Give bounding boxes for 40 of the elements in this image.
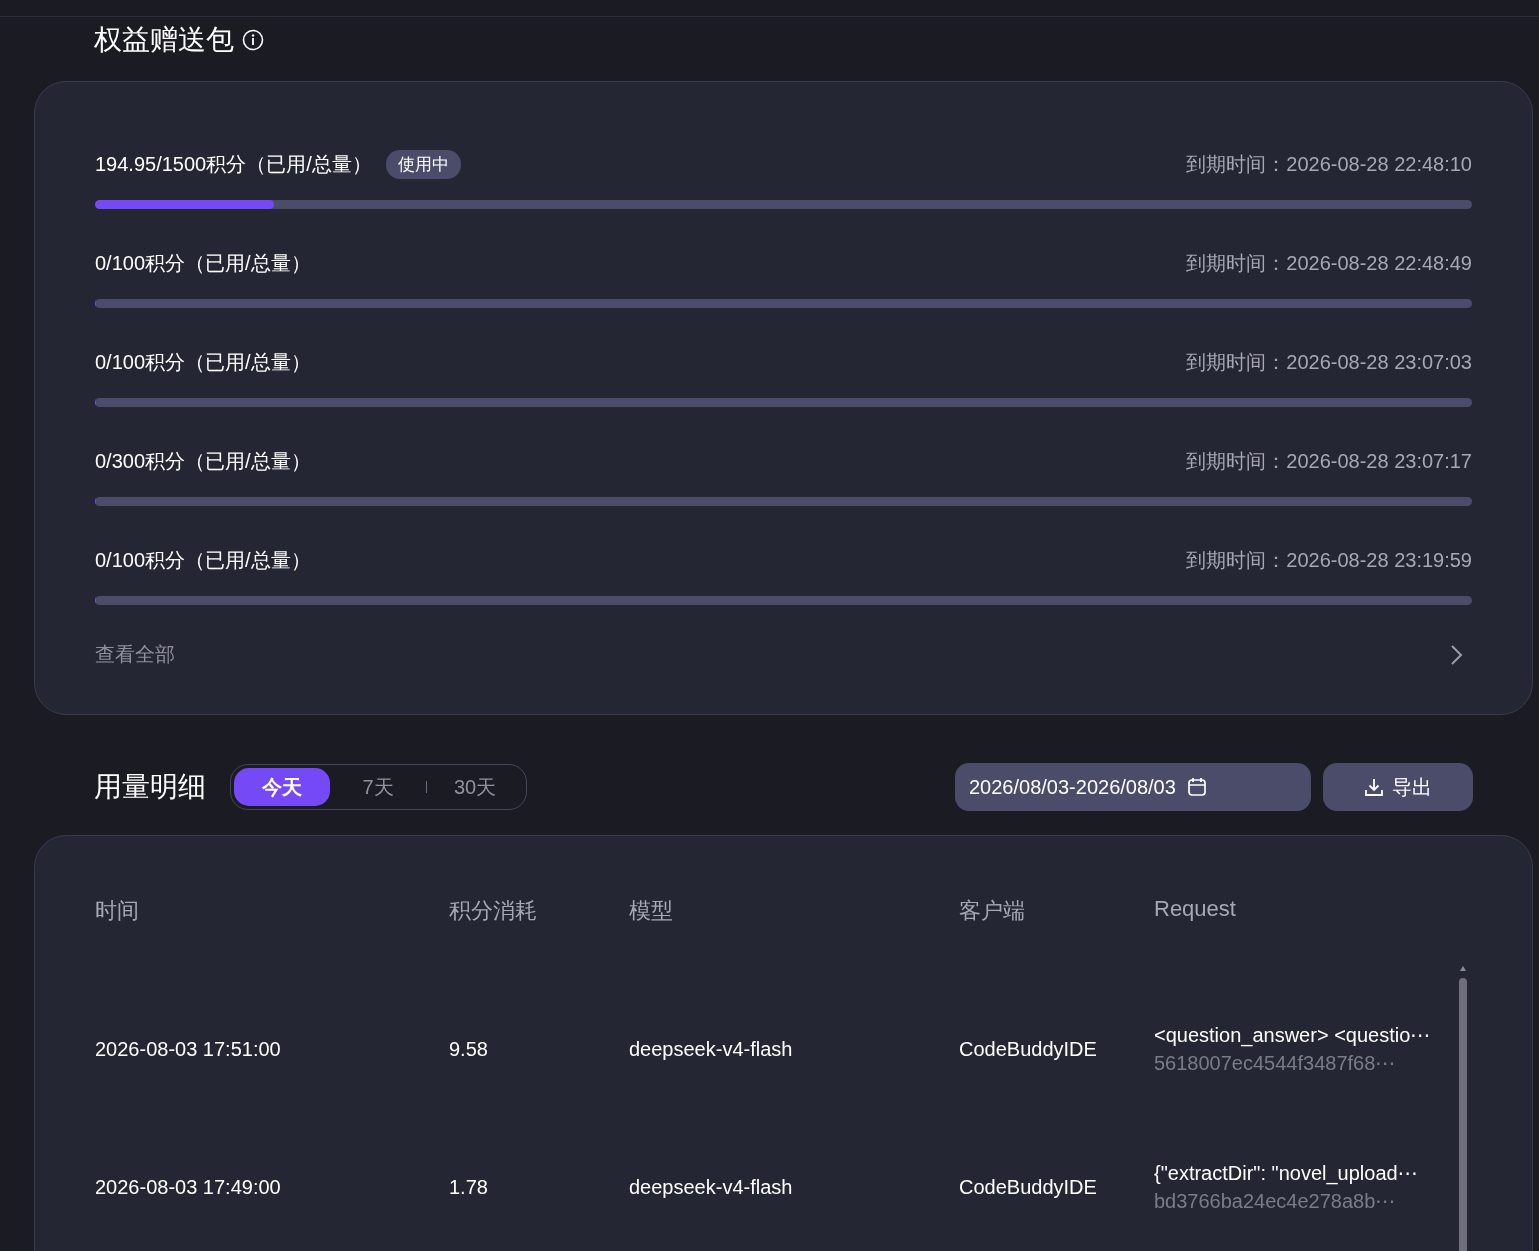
calendar-icon [1185, 776, 1208, 798]
section-title: 用量明细 [94, 770, 206, 804]
expiry-time: 到期时间：2026-08-28 22:48:10 [1186, 151, 1472, 177]
range-tab[interactable]: 30天 [427, 768, 523, 806]
column-header: 时间 [95, 897, 140, 925]
credit-usage: 0/100积分（已用/总量） [95, 250, 311, 276]
credit-usage: 0/100积分（已用/总量） [95, 547, 311, 573]
column-header: 模型 [629, 897, 674, 925]
range-tab[interactable]: 7天 [330, 768, 426, 806]
download-icon [1364, 777, 1384, 797]
credit-usage: 0/100积分（已用/总量） [95, 349, 311, 375]
table-cell-text: 9.58 [449, 1036, 489, 1062]
request-text: {"extractDir": "novel_upload⋯ [1154, 1161, 1419, 1185]
info-icon[interactable] [242, 29, 264, 51]
column-header: 客户端 [959, 897, 1026, 925]
expiry-time: 到期时间：2026-08-28 23:19:59 [1186, 547, 1472, 573]
request-id: 5618007ec4544f3487f68⋯ [1154, 1051, 1397, 1075]
export-button[interactable]: 导出 [1323, 763, 1473, 811]
credit-usage: 0/300积分（已用/总量） [95, 448, 311, 474]
date-range-field[interactable]: 2026/08/03-2026/08/03 [955, 763, 1311, 811]
table-cell-text: CodeBuddyIDE [959, 1036, 1098, 1062]
table-cell-text: 2026-08-03 17:49:00 [95, 1174, 282, 1200]
request-text: <question_answer> <questio⋯ [1154, 1023, 1432, 1047]
request-id: bd3766ba24ec4e278a8b⋯ [1154, 1189, 1397, 1213]
range-tab[interactable]: 今天 [234, 768, 330, 806]
section-title: 权益赠送包 [94, 23, 234, 57]
status-badge: 使用中 [385, 149, 461, 179]
table-cell-text: CodeBuddyIDE [959, 1174, 1098, 1200]
expiry-time: 到期时间：2026-08-28 23:07:03 [1186, 349, 1472, 375]
table-cell-text: 1.78 [449, 1174, 489, 1200]
table-cell-text: 2026-08-03 17:51:00 [95, 1036, 282, 1062]
column-header: 积分消耗 [449, 897, 538, 925]
expiry-time: 到期时间：2026-08-28 22:48:49 [1186, 250, 1472, 276]
view-all-link[interactable]: 查看全部 [95, 641, 175, 668]
table-cell-text: deepseek-v4-flash [629, 1174, 794, 1200]
table-cell-text: deepseek-v4-flash [629, 1036, 794, 1062]
expiry-time: 到期时间：2026-08-28 23:07:17 [1186, 448, 1472, 474]
column-header: Request [1154, 896, 1237, 923]
credit-usage: 194.95/1500积分（已用/总量） [95, 151, 372, 177]
scrollbar[interactable] [1458, 966, 1468, 1251]
